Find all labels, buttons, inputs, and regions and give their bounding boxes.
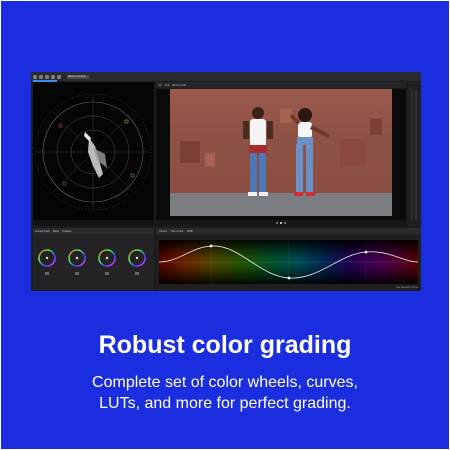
wheel-highlights xyxy=(98,249,116,275)
page-dot[interactable] xyxy=(284,222,286,224)
color-wheels-graph[interactable] xyxy=(35,236,152,288)
wheel-global xyxy=(128,249,146,275)
wheel-shadows xyxy=(38,249,56,275)
tab-hue-vs-sat[interactable]: Hue vs Sat xyxy=(171,230,183,233)
subtext: Complete set of color wheels, curves, LU… xyxy=(1,372,449,414)
tab-effects-controls[interactable]: Effects Controls xyxy=(67,74,89,79)
video-frame xyxy=(170,89,392,216)
program-viewer[interactable] xyxy=(156,89,406,220)
vectorscope-panel xyxy=(33,82,154,220)
tab-lumetri-color[interactable]: Lumetri Color xyxy=(35,230,50,233)
curves-tabs: Curves Hue vs Sat RGB xyxy=(156,228,421,234)
vectorscope-graph xyxy=(34,93,152,211)
menu-icon[interactable] xyxy=(33,74,37,79)
headline: Robust color grading xyxy=(98,331,352,359)
viewer-header: Fit Full 00:00:12:08 xyxy=(156,82,406,88)
dancers-image xyxy=(170,107,392,216)
zoom-icon[interactable] xyxy=(57,74,61,79)
page-dot-active[interactable] xyxy=(280,222,282,224)
tab-creative[interactable]: Creative xyxy=(62,230,71,233)
cut-icon[interactable] xyxy=(51,74,55,79)
lumetri-tabs: Lumetri Color Basic Creative xyxy=(33,228,154,234)
undo-icon[interactable] xyxy=(39,74,43,79)
zoom-select[interactable]: Fit xyxy=(159,84,162,87)
tab-rgb[interactable]: RGB xyxy=(187,230,192,233)
timecode-readout: 00:00:12:08 xyxy=(172,83,186,87)
status-text: Hue Saturation Curve xyxy=(395,287,418,289)
lumetri-panel: Lumetri Color Basic Creative xyxy=(33,228,154,290)
wheel-midtones xyxy=(68,249,86,275)
subtext-line-1: Complete set of color wheels, curves, xyxy=(92,374,358,391)
color-wheels xyxy=(35,236,152,288)
top-toolbar: Effects Controls xyxy=(31,72,421,81)
tab-curves[interactable]: Curves xyxy=(159,230,167,233)
redo-icon[interactable] xyxy=(45,74,49,79)
curves-panel: Curves Hue vs Sat RGB Hue Saturation Cur… xyxy=(156,228,421,290)
scope-footer xyxy=(33,220,154,226)
page-dot[interactable] xyxy=(276,222,278,224)
tab-basic[interactable]: Basic xyxy=(53,230,59,233)
hue-curve-line[interactable] xyxy=(159,240,418,284)
promo-card: Effects Controls Fit Full 00:00:12:08 Lu… xyxy=(1,1,449,449)
app-screenshot: Effects Controls Fit Full 00:00:12:08 Lu… xyxy=(31,72,421,291)
audio-meters xyxy=(408,82,421,226)
subtext-line-2: LUTs, and more for perfect grading. xyxy=(99,395,351,412)
viewer-page-dots xyxy=(156,220,406,226)
meter-right xyxy=(415,90,417,220)
meter-left xyxy=(411,90,413,220)
quality-select[interactable]: Full xyxy=(165,84,169,87)
hue-curve-editor[interactable] xyxy=(159,240,418,284)
